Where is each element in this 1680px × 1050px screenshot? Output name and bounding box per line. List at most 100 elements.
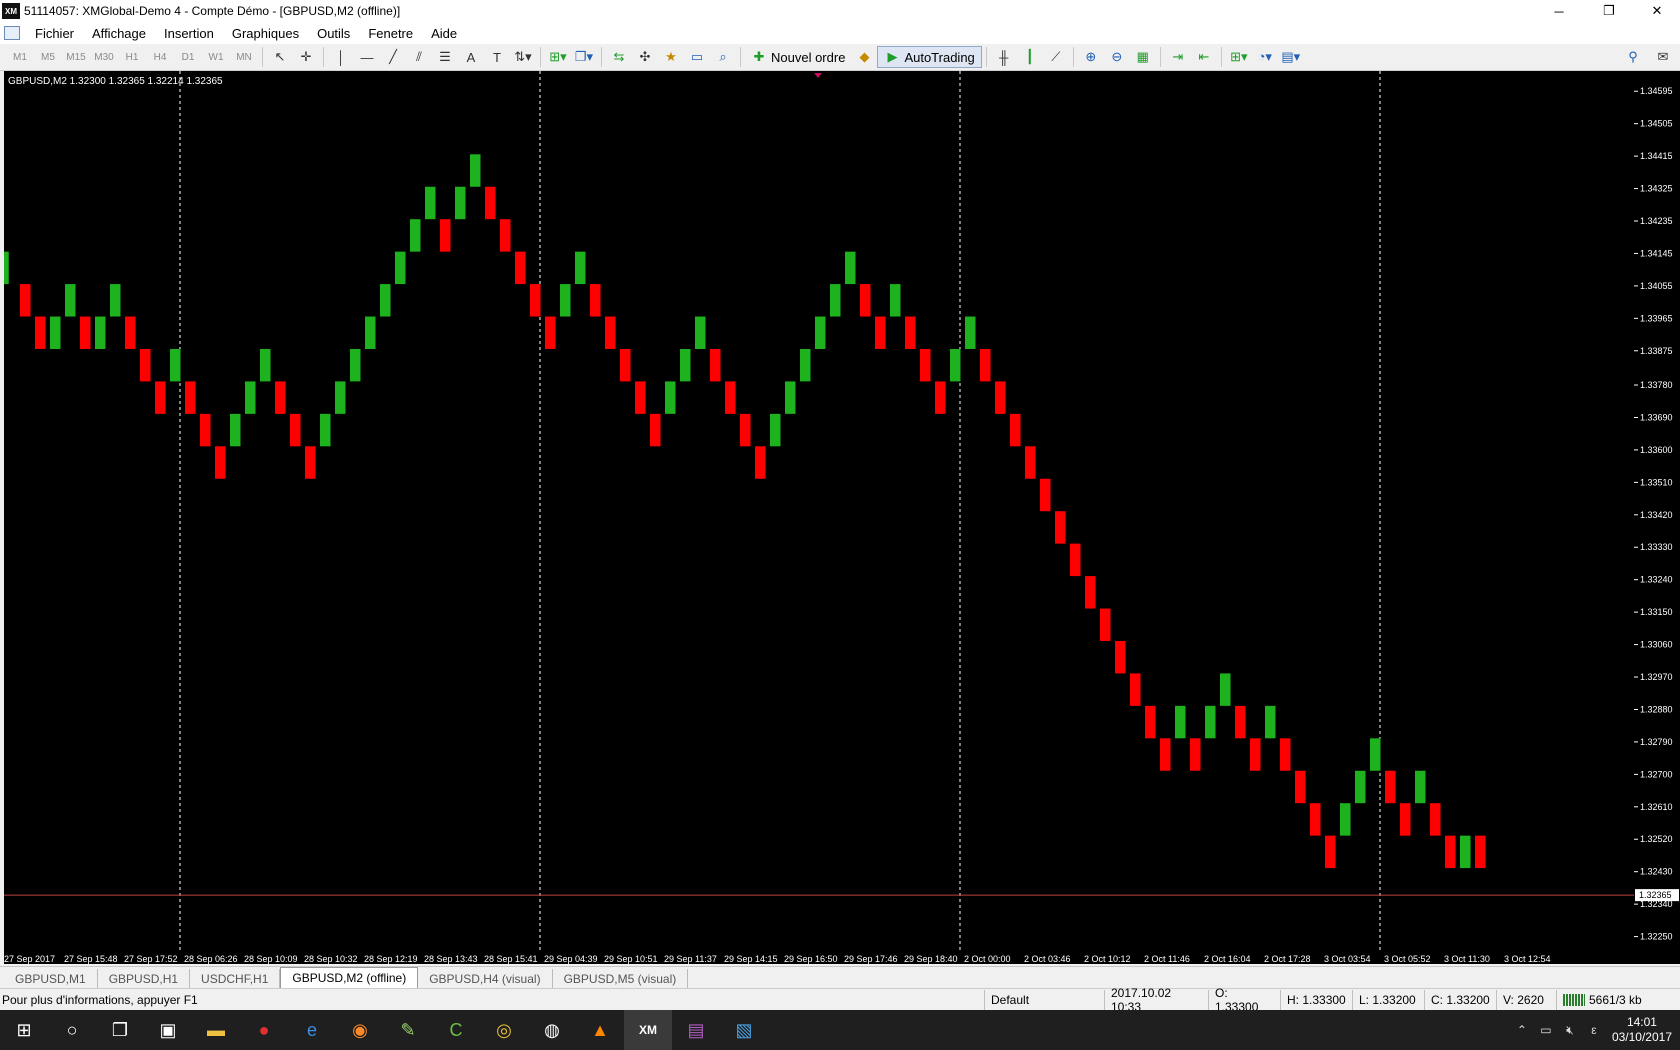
- line-chart-icon[interactable]: ⟋: [1043, 46, 1069, 68]
- candlestick-icon[interactable]: ┃: [1017, 46, 1043, 68]
- firefox-icon[interactable]: ◉: [336, 1010, 384, 1050]
- chrome-icon[interactable]: ◎: [480, 1010, 528, 1050]
- renko-brick-down: [605, 316, 616, 349]
- timeframe-m1-button[interactable]: M1: [6, 52, 34, 63]
- bar-chart-icon[interactable]: ╫: [991, 46, 1017, 68]
- winrar-icon[interactable]: ▤: [672, 1010, 720, 1050]
- timeframe-d1-button[interactable]: D1: [174, 52, 202, 63]
- crosshair-icon[interactable]: ✛: [293, 46, 319, 68]
- autotrading-button[interactable]: ▶ AutoTrading: [877, 46, 982, 68]
- tab-usdchf-h1[interactable]: USDCHF,H1: [190, 969, 281, 988]
- menu-outils[interactable]: Outils: [308, 26, 359, 41]
- taskbar-clock[interactable]: 14:01 03/10/2017: [1612, 1015, 1672, 1045]
- menu-affichage[interactable]: Affichage: [83, 26, 155, 41]
- restore-button[interactable]: ❐: [1586, 0, 1632, 22]
- renko-brick-down: [1070, 543, 1081, 577]
- renko-chart[interactable]: 1.34595 1.34505 1.34415 1.34325 1.34235 1.341…: [4, 71, 1680, 964]
- indicators-icon[interactable]: ⊞▾: [1226, 46, 1252, 68]
- camtasia-icon[interactable]: C: [432, 1010, 480, 1050]
- templates-icon[interactable]: ▤▾: [1278, 46, 1304, 68]
- metaeditor-icon[interactable]: ◆: [851, 46, 877, 68]
- ime-indicator[interactable]: ε: [1582, 1023, 1606, 1037]
- tab-gbpusd-h1[interactable]: GBPUSD,H1: [98, 969, 191, 988]
- timeframe-h4-button[interactable]: H4: [146, 52, 174, 63]
- renko-brick-down: [1085, 576, 1096, 609]
- new-chart-icon[interactable]: ⊞▾: [545, 46, 571, 68]
- renko-brick-up: [785, 381, 796, 414]
- task-view-icon[interactable]: ❐: [96, 1010, 144, 1050]
- menu-fenetre[interactable]: Fenetre: [359, 26, 422, 41]
- periods-icon[interactable]: ◔▾: [1252, 46, 1278, 68]
- tab-gbpusd-h4-visual[interactable]: GBPUSD,H4 (visual): [418, 969, 553, 988]
- renko-brick-down: [440, 219, 451, 252]
- text-icon[interactable]: A: [458, 46, 484, 68]
- y-axis-label: 1.33965: [1640, 313, 1673, 323]
- windows-start-icon[interactable]: ⊞: [0, 1010, 48, 1050]
- x-axis-label: 2 Oct 03:46: [1024, 954, 1071, 964]
- chat-icon[interactable]: ✉: [1650, 46, 1676, 68]
- tile-windows-icon[interactable]: ▦: [1130, 46, 1156, 68]
- chart-window-icon[interactable]: [4, 26, 20, 40]
- close-button[interactable]: ✕: [1634, 0, 1680, 22]
- data-window-icon[interactable]: ✣: [632, 46, 658, 68]
- channel-icon[interactable]: ⫽: [406, 46, 432, 68]
- search-circle-icon[interactable]: ○: [48, 1010, 96, 1050]
- market-watch-icon[interactable]: ⇆: [606, 46, 632, 68]
- renko-brick-down: [140, 348, 151, 382]
- chart-window[interactable]: 1.34595 1.34505 1.34415 1.34325 1.34235 1.341…: [0, 71, 1680, 964]
- terminal-icon[interactable]: ▭: [684, 46, 710, 68]
- volume-muted-icon[interactable]: 🔇︎: [1558, 1023, 1582, 1038]
- timeframe-h1-button[interactable]: H1: [118, 52, 146, 63]
- renko-brick-up: [410, 219, 421, 252]
- renko-brick-up: [230, 413, 241, 447]
- timeframe-m15-button[interactable]: M15: [62, 52, 90, 63]
- minimize-button[interactable]: ─: [1536, 0, 1582, 22]
- timeframe-mn-button[interactable]: MN: [230, 52, 258, 63]
- timeframe-m30-button[interactable]: M30: [90, 52, 118, 63]
- file-explorer-icon[interactable]: ▬: [192, 1010, 240, 1050]
- cursor-icon[interactable]: ↖: [267, 46, 293, 68]
- new-order-button[interactable]: ✚ Nouvel ordre: [745, 46, 851, 68]
- menu-aide[interactable]: Aide: [422, 26, 466, 41]
- fibonacci-icon[interactable]: ☰: [432, 46, 458, 68]
- auto-scroll-icon[interactable]: ⇤: [1191, 46, 1217, 68]
- status-profile[interactable]: Default: [984, 989, 1104, 1010]
- menu-fichier[interactable]: Fichier: [26, 26, 83, 41]
- timeframe-w1-button[interactable]: W1: [202, 52, 230, 63]
- xm-icon[interactable]: XM: [624, 1010, 672, 1050]
- notepad-icon[interactable]: ✎: [384, 1010, 432, 1050]
- zoom-in-icon[interactable]: ⊕: [1078, 46, 1104, 68]
- menu-insertion[interactable]: Insertion: [155, 26, 223, 41]
- status-traffic[interactable]: 5661/3 kb: [1556, 989, 1680, 1010]
- profiles-icon[interactable]: ❐▾: [571, 46, 597, 68]
- chevron-up-icon[interactable]: ⌃: [1510, 1023, 1534, 1037]
- x-axis-label: 2 Oct 10:12: [1084, 954, 1131, 964]
- x-axis-label: 28 Sep 10:09: [244, 954, 298, 964]
- tab-gbpusd-m1[interactable]: GBPUSD,M1: [4, 969, 98, 988]
- chart-shift-icon[interactable]: ⇥: [1165, 46, 1191, 68]
- search-icon[interactable]: ⚲: [1620, 46, 1646, 68]
- tab-gbpusd-m2-offline[interactable]: GBPUSD,M2 (offline): [280, 967, 419, 988]
- tab-gbpusd-m5-visual[interactable]: GBPUSD,M5 (visual): [553, 969, 689, 988]
- toolbar-separator: [1159, 47, 1161, 67]
- record-icon[interactable]: ●: [240, 1010, 288, 1050]
- renko-brick-up: [800, 348, 811, 382]
- zoom-out-icon[interactable]: ⊖: [1104, 46, 1130, 68]
- store-icon[interactable]: ▣: [144, 1010, 192, 1050]
- menu-graphiques[interactable]: Graphiques: [223, 26, 308, 41]
- obs-icon[interactable]: ◍: [528, 1010, 576, 1050]
- strategy-tester-icon[interactable]: ⌕: [710, 46, 736, 68]
- trendline-icon[interactable]: ╱: [380, 46, 406, 68]
- horizontal-line-icon[interactable]: —: [354, 46, 380, 68]
- vlc-icon[interactable]: ▲: [576, 1010, 624, 1050]
- status-volume: V: 2620: [1496, 989, 1556, 1010]
- photo-icon[interactable]: ▧: [720, 1010, 768, 1050]
- edge-icon[interactable]: e: [288, 1010, 336, 1050]
- timeframe-m5-button[interactable]: M5: [34, 52, 62, 63]
- vertical-line-icon[interactable]: │: [328, 46, 354, 68]
- renko-brick-up: [335, 381, 346, 414]
- navigator-icon[interactable]: ★: [658, 46, 684, 68]
- network-icon[interactable]: ▭: [1534, 1023, 1558, 1037]
- text-label-icon[interactable]: T: [484, 46, 510, 68]
- arrows-dropdown-icon[interactable]: ⇅▾: [510, 46, 536, 68]
